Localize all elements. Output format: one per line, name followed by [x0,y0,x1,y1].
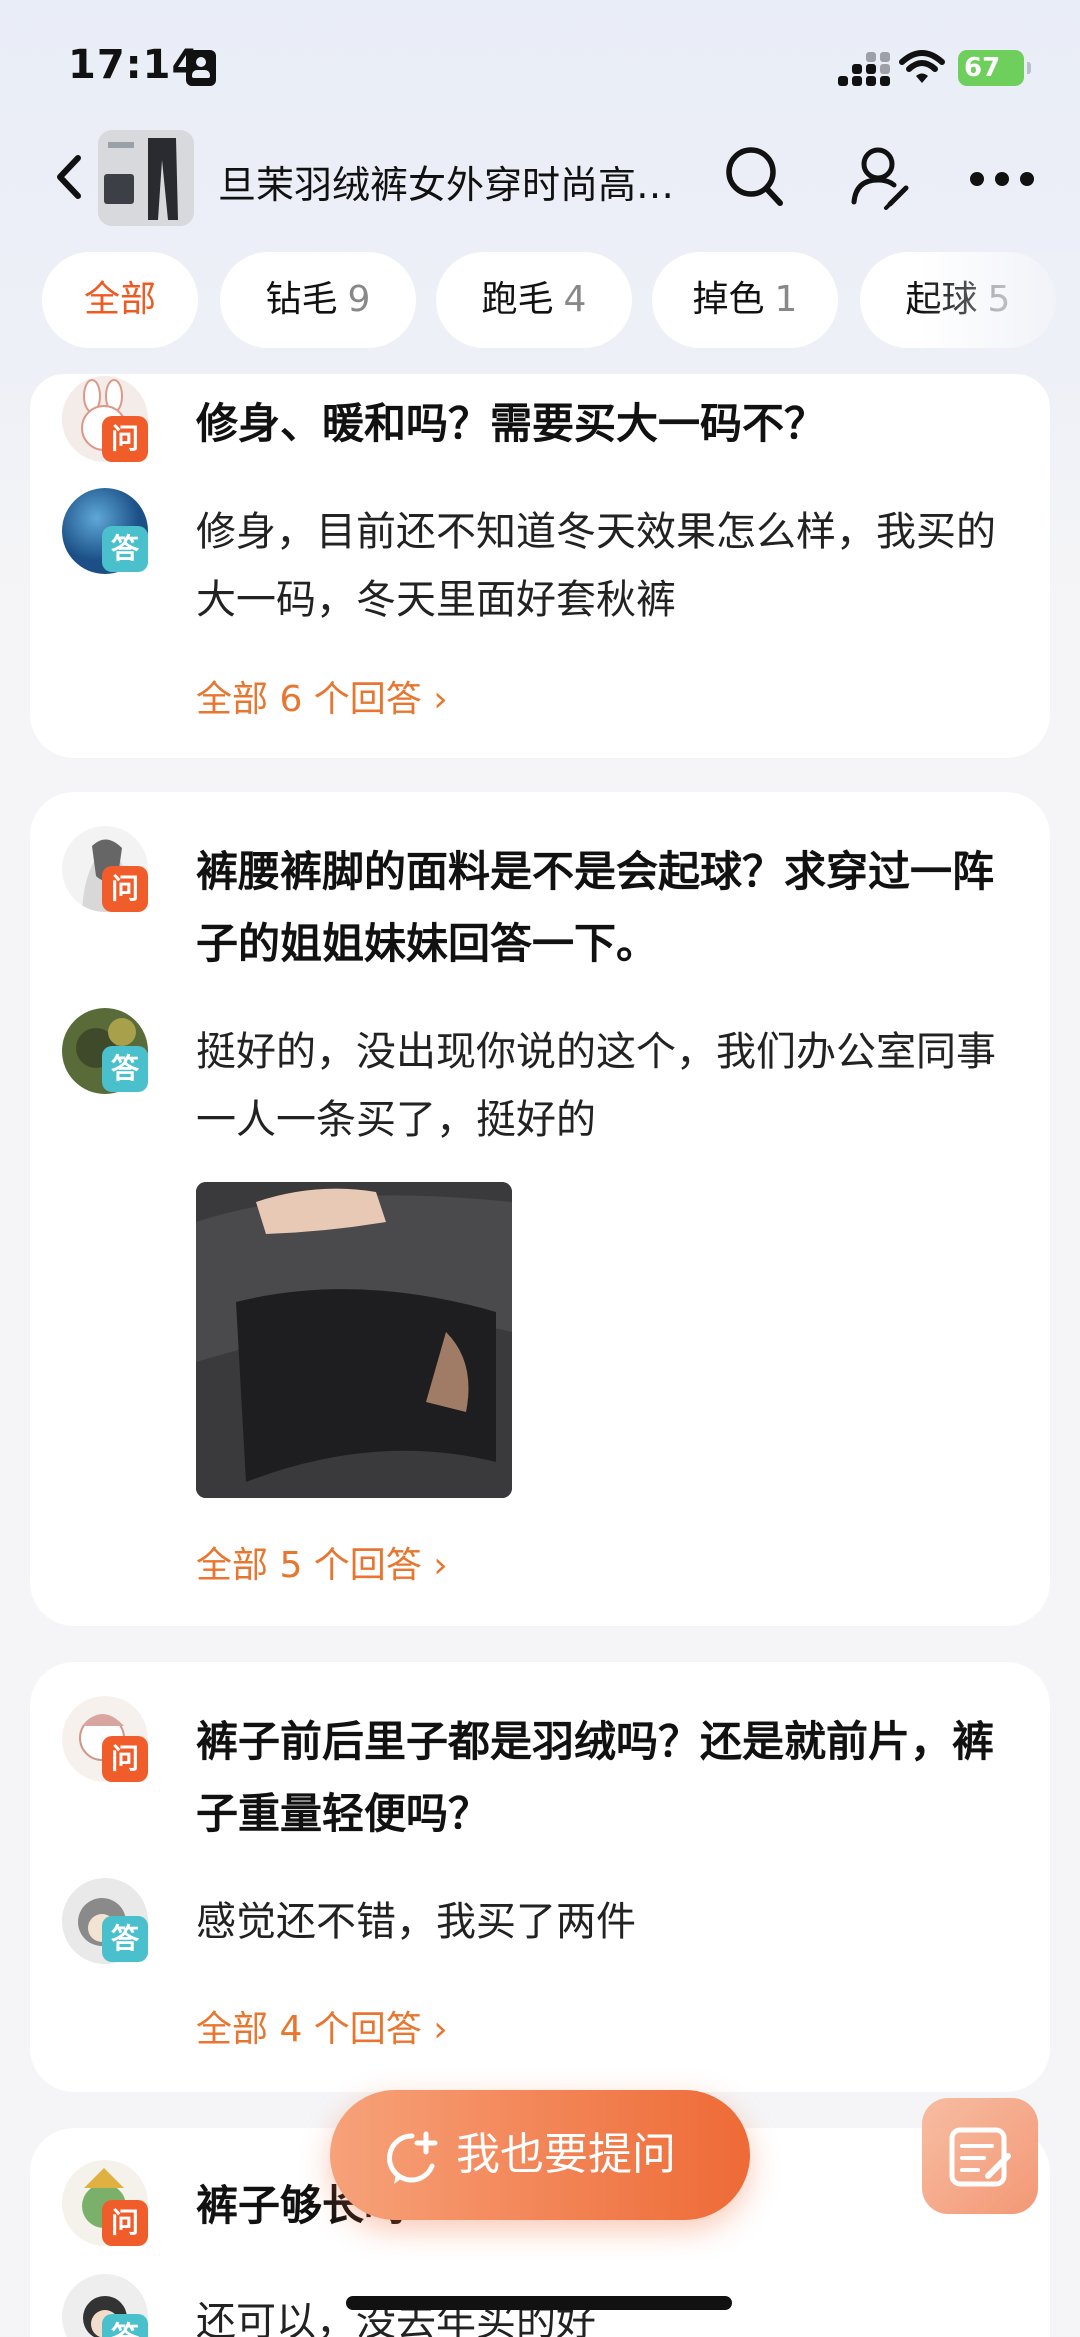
all-answers-link[interactable]: 全部 5 个回答 › [196,1536,448,1588]
filter-label: 钻毛 [265,279,338,320]
qa-card[interactable]: 问 修身、暖和吗？需要买大一码不？ 答 修身，目前还不知道冬天效果怎么样，我买的… [30,374,1050,758]
question-badge: 问 [102,1736,148,1782]
answer-text: 挺好的，没出现你说的这个，我们办公室同事一人一条买了，挺好的 [196,1029,996,1143]
question-badge: 问 [102,2200,148,2246]
home-indicator [346,2296,732,2310]
answer-badge: 答 [102,526,148,572]
page-title: 旦茉羽绒裤女外穿时尚高… [218,163,675,207]
qa-card[interactable]: 问 裤子前后里子都是羽绒吗？还是就前片，裤子重量轻便吗？ 答 感觉还不错，我买了… [30,1662,1050,2092]
answer-badge: 答 [102,2314,148,2337]
question-badge: 问 [102,416,148,462]
filter-count: 1 [774,279,798,320]
answer-text: 感觉还不错，我买了两件 [196,1899,636,1945]
filter-count: 4 [563,279,587,320]
filter-chip-shedding[interactable]: 跑毛 4 [436,252,632,348]
all-answers-link[interactable]: 全部 6 个回答 › [196,670,448,722]
back-arrow-icon[interactable] [50,152,90,202]
filter-chip-drill-down[interactable]: 钻毛 9 [220,252,416,348]
answer-photo[interactable] [196,1182,512,1498]
all-answers-link[interactable]: 全部 4 个回答 › [196,2000,448,2052]
filter-label: 跑毛 [481,279,554,320]
header-bar: 旦茉羽绒裤女外穿时尚高… [0,122,1080,232]
product-thumbnail[interactable] [98,130,194,226]
note-edit-icon [949,2127,1011,2187]
cellular-signal-icon [838,52,890,86]
answer-badge: 答 [102,1916,148,1962]
filter-chip-fading[interactable]: 掉色 1 [652,252,838,348]
filter-tabs: 全部 钻毛9 跑毛4 掉色1 起球5 [0,252,1080,348]
question-text: 裤子前后里子都是羽绒吗？还是就前片，裤子重量轻便吗？ [196,1717,995,1838]
ask-bubble-icon [387,2131,438,2184]
id-card-icon [186,50,216,86]
ask-question-button[interactable]: 我也要提问 [330,2090,750,2220]
filter-chip-all[interactable]: 全部 [42,252,198,348]
wifi-icon [899,50,945,83]
battery-level: 67 [964,53,1001,83]
status-bar: 17:14 67 [0,0,1080,130]
qa-card[interactable]: 问 裤腰裤脚的面料是不是会起球？求穿过一阵子的姐姐妹妹回答一下。 答 挺好的，没… [30,792,1050,1626]
answer-text: 修身，目前还不知道冬天效果怎么样，我买的大一码，冬天里面好套秋裤 [196,509,996,623]
search-icon[interactable] [722,142,788,212]
battery-icon: 67 [958,50,1031,86]
answer-badge: 答 [102,1046,148,1092]
user-follow-icon[interactable] [848,142,914,212]
question-badge: 问 [102,866,148,912]
status-time: 17:14 [68,42,201,88]
more-options-icon[interactable] [970,172,1034,186]
filter-label: 全部 [83,279,156,320]
note-edit-button[interactable] [922,2098,1038,2214]
ask-button-label: 我也要提问 [456,2129,676,2180]
filter-count: 9 [347,279,371,320]
question-text: 修身、暖和吗？需要买大一码不？ [196,399,827,448]
filter-label: 掉色 [692,279,765,320]
question-text: 裤腰裤脚的面料是不是会起球？求穿过一阵子的姐姐妹妹回答一下。 [196,847,995,968]
